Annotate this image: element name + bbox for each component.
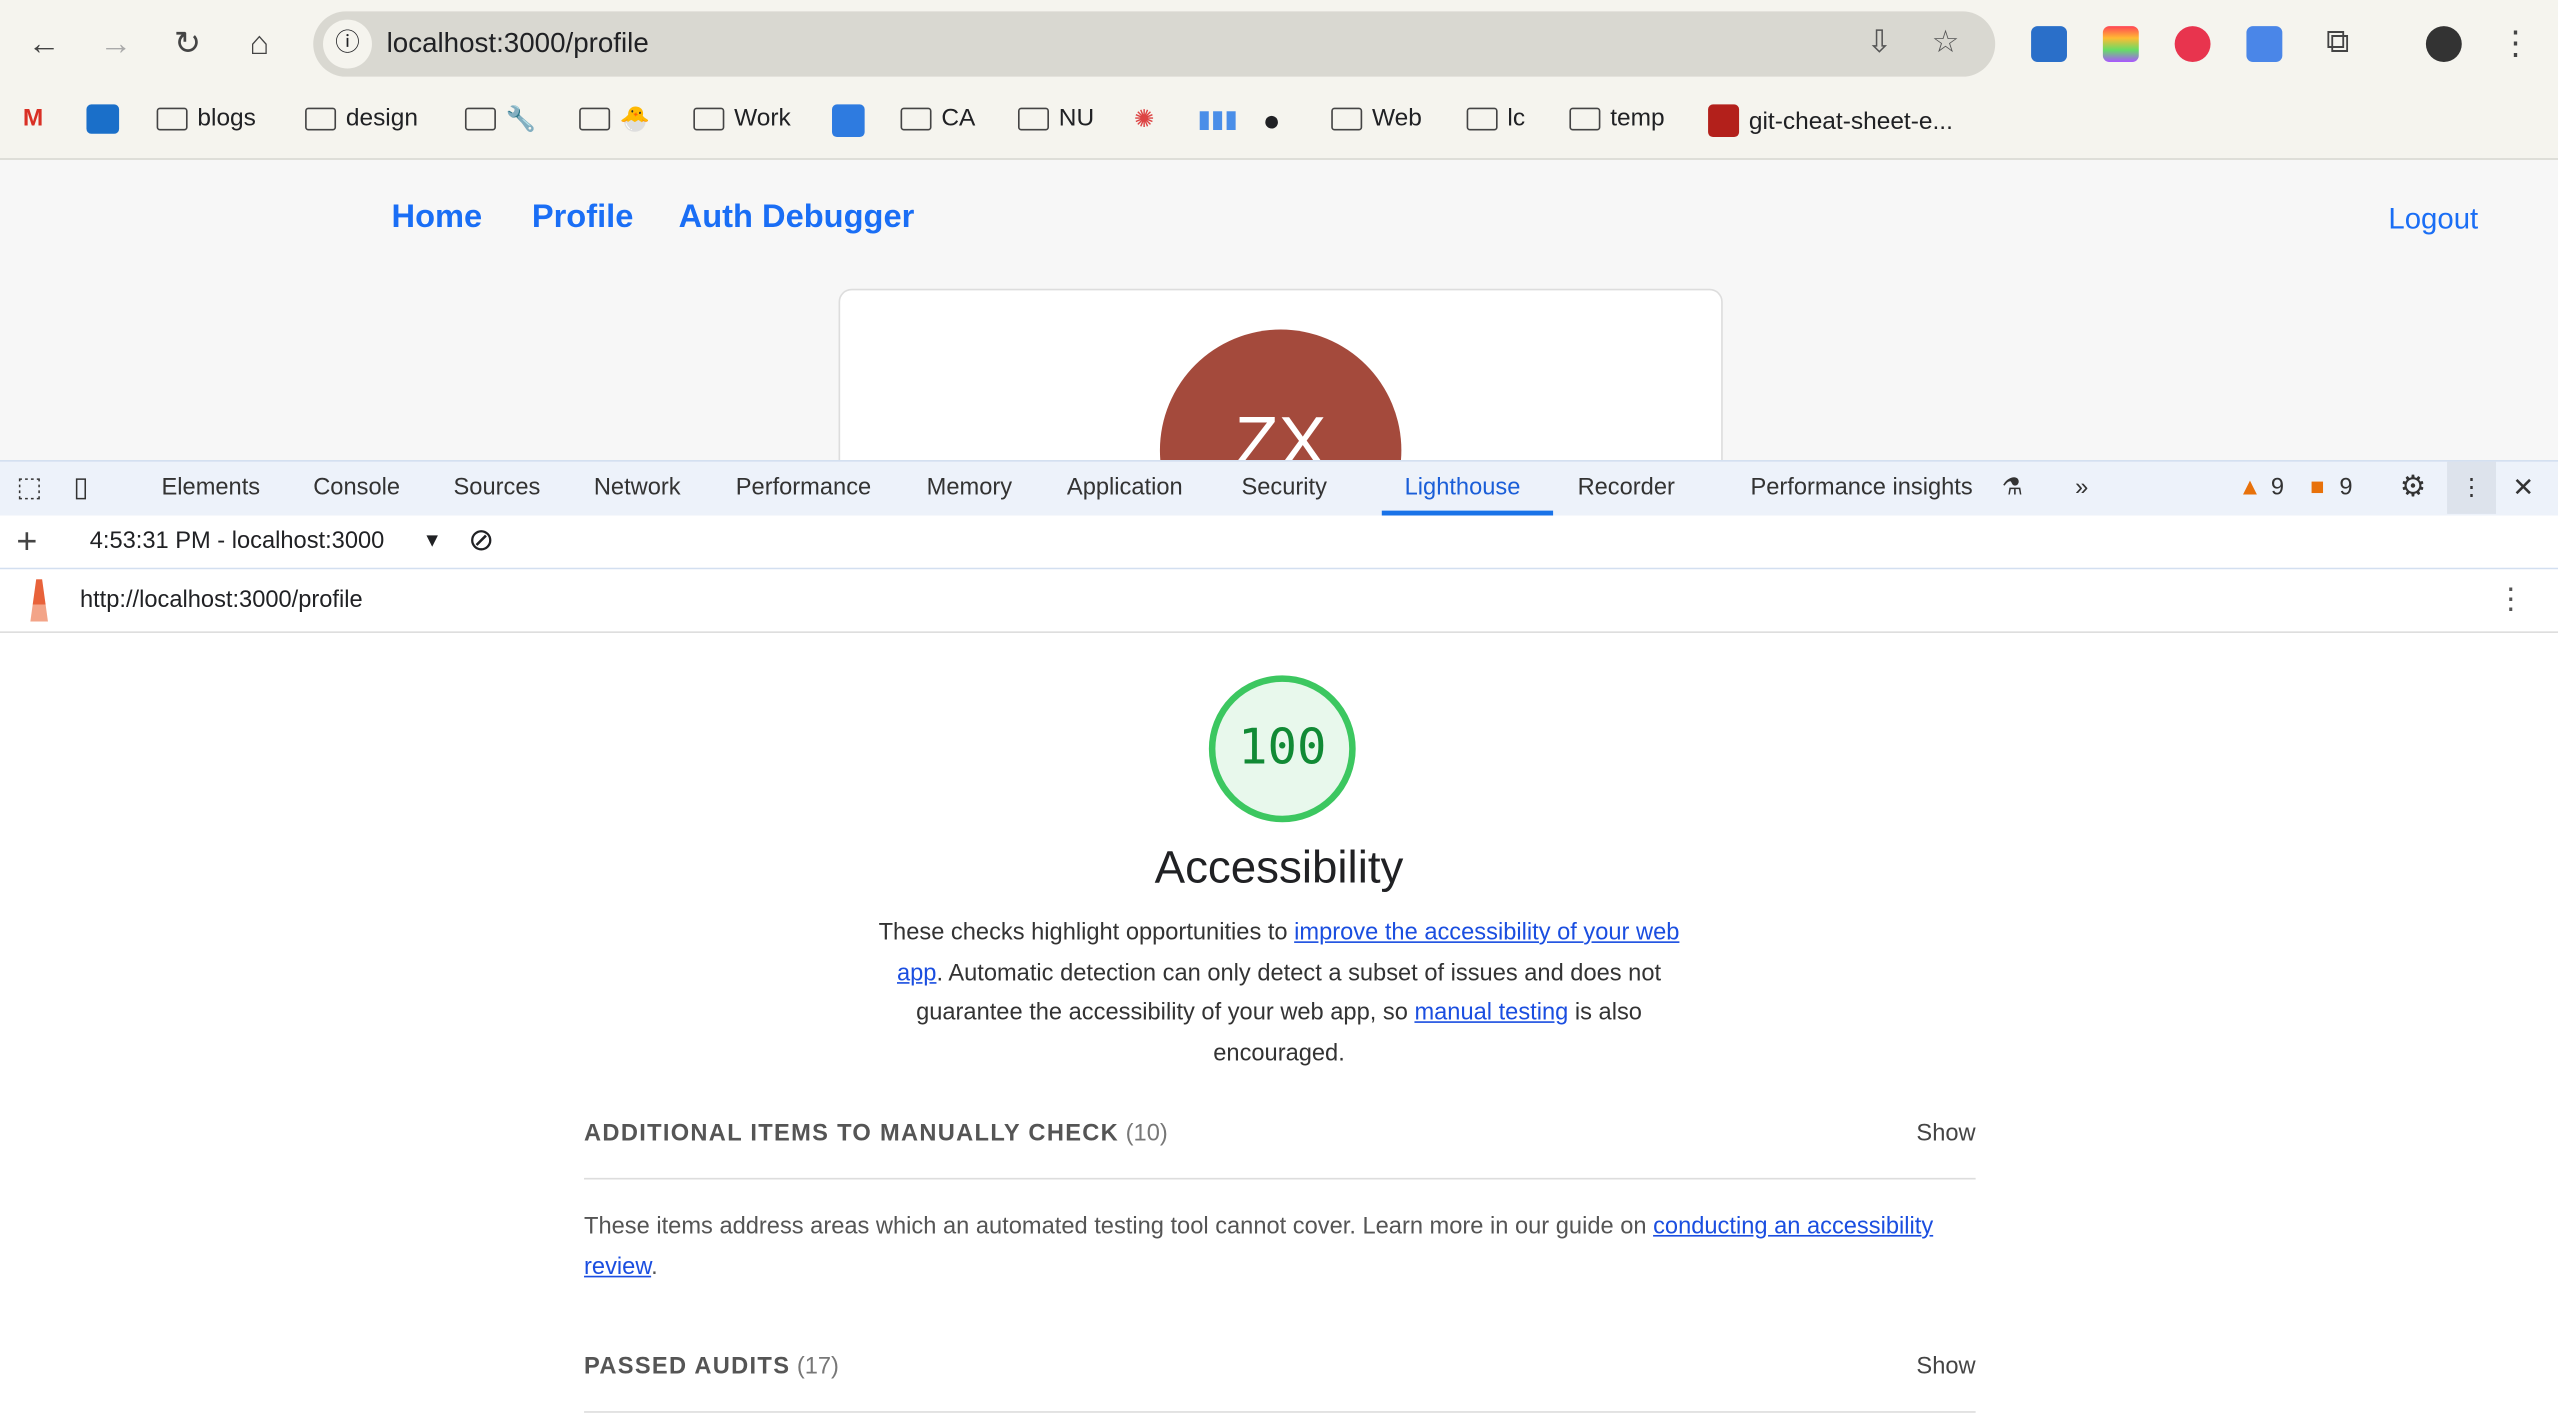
avatar: ZX [1159,329,1402,461]
folder-icon [305,106,337,130]
device-toolbar-icon[interactable]: ▯ [73,471,88,504]
tab-console[interactable]: Console [313,475,400,501]
report-url-bar: http://localhost:3000/profile ⋮ [0,569,2558,633]
profile-avatar[interactable] [2425,26,2462,62]
wrench-icon: 🔧 [505,106,537,134]
warning-icon[interactable]: ▲ [2238,475,2261,501]
bookmark-ca[interactable]: CA [900,104,975,132]
bookmark-tools[interactable]: 🔧 [464,104,537,134]
issue-count[interactable]: 9 [2339,475,2352,501]
outlook-icon[interactable] [86,104,120,134]
folder-icon [1466,106,1498,130]
bookmark-on[interactable] [832,104,865,138]
category-title: Accessibility [1154,841,1404,893]
extensions-puzzle-icon[interactable]: ⧉ [2317,21,2359,63]
tab-performance[interactable]: Performance [736,475,871,501]
report-select[interactable]: 4:53:31 PM - localhost:3000 [90,529,416,555]
new-report-plus-icon[interactable]: + [16,520,37,562]
site-info-icon[interactable]: ⓘ [323,19,372,69]
clear-icon[interactable]: ⊘ [468,522,494,560]
nav-auth-debugger[interactable]: Auth Debugger [679,199,915,237]
forward-button[interactable]: → [95,23,137,65]
divider [584,1411,1976,1413]
manual-checks-group-header[interactable]: ADDITIONAL ITEMS TO MANUALLY CHECK (10) … [584,1121,1976,1147]
browser-chrome: ← → ↻ ⌂ ⓘ localhost:3000/profile ⇩ ☆ ⧉ ⋮… [0,0,2558,160]
tab-recorder[interactable]: Recorder [1578,475,1675,501]
github-icon[interactable]: ● [1263,104,1281,138]
on-icon [832,104,865,138]
extension-red-icon[interactable] [2174,26,2211,62]
devtools-menu-icon[interactable]: ⋮ [2447,461,2497,514]
bookmark-nu[interactable]: NU [1017,104,1094,132]
profile-card: ZX [838,288,1723,461]
show-manual-checks-button[interactable]: Show [1916,1121,1975,1147]
extension-s-icon[interactable] [2031,26,2067,62]
lighthouse-logo-icon [30,579,48,622]
score-gauge: 100 [1208,675,1356,823]
bookmark-web[interactable]: Web [1331,104,1422,132]
url-text[interactable]: localhost:3000/profile [387,28,649,61]
install-icon[interactable]: ⇩ [1866,24,1892,62]
logout-link[interactable]: Logout [2388,202,2478,236]
emoji-icon: 🐣 [619,106,651,134]
translate-icon[interactable] [2246,26,2283,62]
passed-audits-group-header[interactable]: PASSED AUDITS (17) Show [584,1354,1976,1380]
lighthouse-toolbar: + 4:53:31 PM - localhost:3000 ▼ ⊘ [0,515,2558,570]
issue-icon[interactable]: ■ [2310,475,2324,501]
devtools-tab-bar: ⬚ ▯ Elements Console Sources Network Per… [0,460,2558,518]
show-passed-audits-button[interactable]: Show [1916,1354,1975,1380]
tab-sources[interactable]: Sources [454,475,541,501]
address-bar[interactable]: ⓘ localhost:3000/profile ⇩ ☆ [313,11,1996,77]
bookmark-red-wheel[interactable]: ✺ [1134,104,1155,134]
tab-security[interactable]: Security [1241,475,1326,501]
report-url: http://localhost:3000/profile [79,587,363,614]
lighthouse-report: 100 Accessibility These checks highlight… [0,632,2558,1426]
nav-profile[interactable]: Profile [532,199,634,237]
divider [584,1177,1976,1180]
manual-checks-description: These items address areas which an autom… [584,1213,1934,1280]
inspect-element-icon[interactable]: ⬚ [16,471,42,504]
more-tabs-icon[interactable]: » [2075,475,2088,501]
tab-network[interactable]: Network [594,475,681,501]
folder-icon [579,107,611,131]
web-page: Home Profile Auth Debugger Logout ZX [0,159,2558,461]
warning-count[interactable]: 9 [2271,475,2284,501]
bookmark-blogs[interactable]: blogs [156,104,256,132]
bookmark-work[interactable]: Work [693,104,791,132]
extension-color-icon[interactable] [2102,26,2139,62]
folder-icon [900,106,932,130]
bookmark-emoji[interactable]: 🐣 [579,104,651,134]
tab-elements[interactable]: Elements [162,475,261,501]
manual-testing-link[interactable]: manual testing [1414,1000,1568,1026]
report-menu-icon[interactable]: ⋮ [2496,582,2525,616]
bookmark-git-cheat-sheet[interactable]: git-cheat-sheet-e... [1708,104,1953,138]
category-description: These checks highlight opportunities to … [878,920,1680,1067]
folder-icon [693,106,725,130]
bookmark-design[interactable]: design [305,104,418,132]
folder-icon [1017,106,1049,130]
chrome-menu-icon[interactable]: ⋮ [2494,23,2536,65]
nav-home[interactable]: Home [392,199,483,237]
dropdown-arrow-icon[interactable]: ▼ [423,529,442,552]
tab-lighthouse[interactable]: Lighthouse [1405,475,1521,501]
close-devtools-icon[interactable]: ✕ [2512,471,2534,504]
bookmark-star-icon[interactable]: ☆ [1932,24,1960,62]
folder-icon [156,106,188,130]
bookmark-lc[interactable]: lc [1466,104,1525,132]
tab-memory[interactable]: Memory [927,475,1012,501]
back-button[interactable]: ← [23,23,65,65]
folder-icon [464,107,496,131]
home-button[interactable]: ⌂ [238,23,280,65]
reload-button[interactable]: ↻ [166,23,208,65]
bookmark-temp[interactable]: temp [1569,104,1665,132]
pdf-icon [1708,104,1740,138]
folder-icon [1569,106,1601,130]
folder-icon [1331,106,1363,130]
flask-icon: ⚗ [2001,474,2023,501]
bookmark-chart-icon[interactable]: ▮▮▮ [1197,104,1237,134]
tab-application[interactable]: Application [1067,475,1183,501]
gmail-icon[interactable]: M [23,104,43,132]
tab-performance-insights[interactable]: Performance insights [1750,475,1972,501]
settings-gear-icon[interactable]: ⚙ [2400,470,2426,504]
